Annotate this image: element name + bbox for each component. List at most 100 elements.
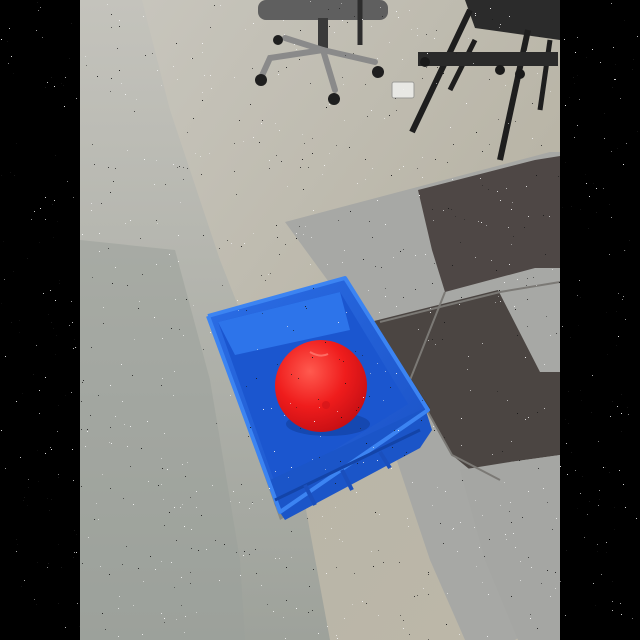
noise-speck [621,394,622,395]
noise-speck [617,148,618,149]
noise-speck [19,320,20,321]
noise-speck [615,64,616,65]
noise-speck [33,374,34,375]
noise-speck [57,221,58,222]
noise-speck [27,258,28,259]
noise-speck [53,328,54,329]
noise-speck [72,322,73,323]
noise-speck [3,241,4,242]
noise-speck [7,41,8,42]
noise-speck [37,2,38,3]
noise-speck [562,207,563,208]
noise-speck [51,449,52,450]
noise-speck [581,400,582,401]
noise-speck [621,413,622,414]
noise-speck [28,479,29,480]
noise-speck [24,497,25,498]
noise-speck [39,242,40,243]
noise-speck [626,143,627,144]
noise-speck [577,295,578,296]
noise-speck [20,457,21,458]
noise-speck [11,322,12,323]
noise-speck [10,172,11,173]
noise-speck [57,431,58,432]
noise-speck [623,296,624,297]
noise-speck [613,47,614,48]
noise-speck [598,505,599,506]
noise-speck [611,151,612,152]
noise-speck [47,567,48,568]
noise-speck [63,85,64,86]
noise-speck [627,407,628,408]
noise-speck [47,498,48,499]
noise-speck [72,449,73,450]
noise-speck [55,354,56,355]
noise-speck [599,490,600,491]
noise-speck [564,39,565,40]
noise-speck [76,534,77,535]
noise-speck [31,219,32,220]
noise-speck [582,476,583,477]
noise-speck [565,419,566,420]
noise-speck [76,98,77,99]
noise-speck [565,105,566,106]
noise-speck [38,481,39,482]
noise-speck [51,322,52,323]
noise-speck [592,49,593,50]
noise-speck [614,79,615,80]
noise-speck [604,113,605,114]
noise-speck [74,552,75,553]
noise-speck [580,297,581,298]
noise-speck [619,470,620,471]
noise-speck [637,36,638,37]
noise-speck [75,347,76,348]
noise-speck [73,197,74,198]
noise-speck [36,604,37,605]
noise-speck [637,131,638,132]
noise-speck [598,441,599,442]
noise-speck [586,57,587,58]
noise-speck [45,453,46,454]
noise-speck [621,614,622,615]
noise-speck [636,518,637,519]
noise-speck [612,610,613,611]
noise-speck [19,332,20,333]
noise-speck [562,326,563,327]
noise-speck [603,188,604,189]
noise-speck [39,413,40,414]
scene-photo [80,0,560,640]
noise-speck [593,583,594,584]
noise-speck [560,581,561,582]
noise-speck [9,28,10,29]
noise-speck [71,23,72,24]
noise-speck [40,7,41,8]
noise-speck [45,219,46,220]
noise-speck [628,414,629,415]
noise-speck [599,499,600,500]
noise-speck [36,345,37,346]
noise-speck [5,356,6,357]
noise-speck [58,603,59,604]
noise-speck [74,530,75,531]
noise-speck [574,137,575,138]
noise-speck [77,603,78,604]
noise-speck [21,586,22,587]
noise-speck [592,375,593,376]
noise-speck [575,470,576,471]
noise-speck [64,106,65,107]
noise-speck [569,97,570,98]
noise-speck [570,337,571,338]
noise-speck [575,52,576,53]
noise-speck [52,204,53,205]
noise-speck [42,37,43,38]
noise-speck [625,319,626,320]
noise-speck [45,87,46,88]
noise-speck [1,175,2,176]
noise-speck [597,551,598,552]
noise-speck [616,345,617,346]
noise-speck [16,539,17,540]
noise-speck [621,431,622,432]
noise-speck [609,472,610,473]
noise-speck [625,507,626,508]
noise-speck [69,325,70,326]
